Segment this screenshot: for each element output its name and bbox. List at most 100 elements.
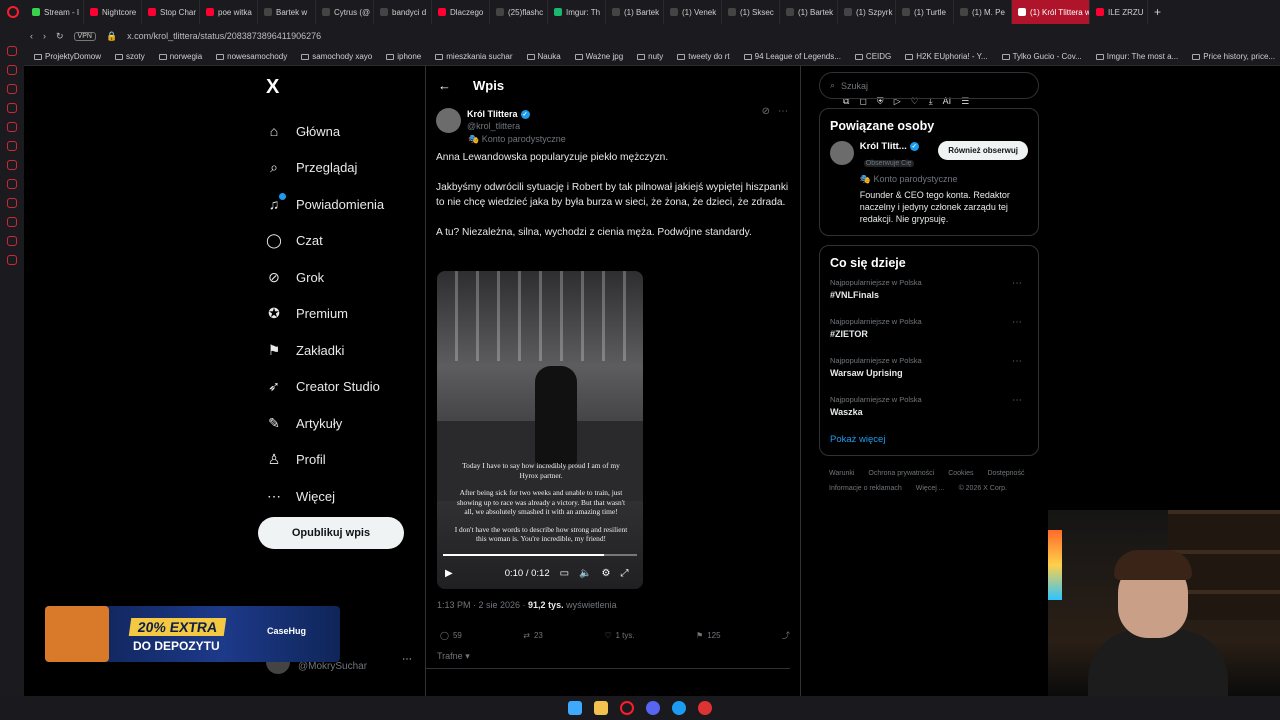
footer-link[interactable]: Cookies [948, 466, 973, 481]
url-field[interactable]: x.com/krol_tlittera/status/2083873896411… [127, 31, 321, 41]
browser-tab[interactable]: (1) Szpyrk [838, 0, 896, 24]
video-player[interactable]: Today I have to say how incredibly proud… [437, 271, 643, 589]
more-icon[interactable]: ⋯ [778, 106, 788, 117]
browser-tab[interactable]: Imgur: Th [548, 0, 606, 24]
opera-logo-icon[interactable] [0, 6, 26, 18]
browser-tab[interactable]: (1) Król Tlittera w [1012, 0, 1090, 24]
vpn-badge[interactable]: VPN [73, 31, 96, 41]
browser-tab[interactable]: Dlaczego [432, 0, 490, 24]
browser-tab[interactable]: Stop Char [142, 0, 200, 24]
nav-item-artyku-y[interactable]: ✎ Artykuły [258, 405, 418, 442]
sidebar-app-icon[interactable] [7, 141, 17, 151]
bookmark-item[interactable]: H2K EUphoria! - Y... [905, 52, 988, 61]
browser-tab[interactable]: Cytrus (@ [316, 0, 374, 24]
trend-item[interactable]: Najpopularniejsze w Polska Waszka ⋯ [830, 395, 1028, 434]
windows-start-icon[interactable] [568, 701, 582, 715]
trend-item[interactable]: Najpopularniejsze w Polska Warsaw Uprisin… [830, 356, 1028, 395]
new-tab-button[interactable]: + [1148, 5, 1167, 19]
browser-tab[interactable]: Bartek w [258, 0, 316, 24]
captions-icon[interactable]: ▭ [560, 568, 569, 579]
bookmark-item[interactable]: 94 League of Legends... [743, 52, 841, 61]
bookmark-item[interactable]: iphone [386, 52, 421, 61]
browser-tab[interactable]: (1) Sksec [722, 0, 780, 24]
avatar[interactable] [830, 141, 854, 165]
back-arrow-icon[interactable]: ← [438, 78, 451, 93]
footer-link[interactable]: Ochrona prywatności [868, 466, 934, 481]
bookmark-item[interactable]: nowesamochody [216, 52, 287, 61]
messenger-icon[interactable] [672, 701, 686, 715]
more-icon[interactable]: ⋯ [1012, 278, 1022, 289]
share-icon[interactable]: ⤴ [782, 630, 790, 641]
back-icon[interactable]: ‹ [30, 31, 33, 41]
post-button[interactable]: Opublikuj wpis [258, 517, 404, 549]
bookmark-item[interactable]: CEIDG [854, 52, 891, 61]
footer-link[interactable]: Więcej ... [916, 481, 945, 496]
sidebar-app-icon[interactable] [7, 103, 17, 113]
browser-tab[interactable]: (1) Bartek [780, 0, 838, 24]
avatar[interactable] [436, 108, 461, 133]
discord-icon[interactable] [646, 701, 660, 715]
reply-sort-dropdown[interactable]: Trafne ▾ [437, 651, 470, 662]
bookmark-item[interactable]: ProjektyDomow [34, 52, 101, 61]
sidebar-app-icon[interactable] [7, 84, 17, 94]
footer-link[interactable]: Informacje o reklamach [829, 481, 902, 496]
bookmark-item[interactable]: Tylko Gucio - Cov... [1001, 52, 1082, 61]
footer-link[interactable]: Dostępność [987, 466, 1024, 481]
forward-icon[interactable]: › [43, 31, 46, 41]
nav-item-creator-studio[interactable]: ➶ Creator Studio [258, 369, 418, 406]
bookmark-item[interactable]: mieszkania suchar [435, 52, 513, 61]
bookmark-item[interactable]: Imgur: The most a... [1095, 52, 1178, 61]
more-icon[interactable]: ⋯ [402, 654, 412, 665]
sidebar-app-icon[interactable] [7, 65, 17, 75]
nav-item-zak-adki[interactable]: ⚑ Zakładki [258, 332, 418, 369]
show-more-link[interactable]: Pokaż więcej [830, 434, 1028, 445]
sidebar-app-icon[interactable] [7, 198, 17, 208]
opera-icon[interactable] [620, 701, 634, 715]
bookmark-item[interactable]: Nauka [526, 52, 561, 61]
bookmark-item[interactable]: szoty [115, 52, 145, 61]
x-logo-icon[interactable]: X [266, 76, 418, 99]
sidebar-app-icon[interactable] [7, 236, 17, 246]
more-icon[interactable]: ⋯ [1012, 395, 1022, 406]
more-icon[interactable]: ⋯ [1012, 356, 1022, 367]
sidebar-app-icon[interactable] [7, 255, 17, 265]
nav-item-czat[interactable]: ◯ Czat [258, 223, 418, 260]
browser-tab[interactable]: ILE ZRZU [1090, 0, 1148, 24]
browser-tab[interactable]: bandyci d [374, 0, 432, 24]
nav-item-przegl-daj[interactable]: ⌕ Przeglądaj [258, 150, 418, 187]
bookmark-button[interactable]: ⚑ 125 [696, 630, 721, 641]
nav-item-premium[interactable]: ✪ Premium [258, 296, 418, 333]
bookmark-item[interactable]: tweety do rt [677, 52, 730, 61]
nav-item-powiadomienia[interactable]: ♫ Powiadomienia [258, 186, 418, 223]
follow-back-button[interactable]: Również obserwuj [938, 141, 1028, 160]
repost-button[interactable]: ⇄ 23 [523, 630, 543, 641]
reply-button[interactable]: ◯ 59 [440, 630, 462, 641]
browser-tab[interactable]: poe witka [200, 0, 258, 24]
bookmark-item[interactable]: Price history, price... [1192, 52, 1275, 61]
grok-icon[interactable]: ⊘ [762, 106, 770, 117]
sidebar-app-icon[interactable] [7, 179, 17, 189]
fullscreen-icon[interactable]: ⤢ [620, 568, 628, 579]
bookmark-item[interactable]: samochody xayo [301, 52, 372, 61]
video-progress-bar[interactable] [443, 554, 637, 556]
reload-icon[interactable]: ↻ [56, 31, 64, 42]
browser-tab[interactable]: Nightcore [84, 0, 142, 24]
browser-tab[interactable]: (1) Venek [664, 0, 722, 24]
nav-item-g-wna[interactable]: ⌂ Główna [258, 113, 418, 150]
bookmark-item[interactable]: nuty [637, 52, 663, 61]
author-handle[interactable]: @krol_tlittera [467, 121, 530, 131]
footer-link[interactable]: © 2026 X Corp. [959, 481, 1007, 496]
browser-tab[interactable]: (25)flashc [490, 0, 548, 24]
related-name[interactable]: Król Tlitt... [860, 141, 907, 152]
browser-tab[interactable]: (1) Turtle [896, 0, 954, 24]
file-explorer-icon[interactable] [594, 701, 608, 715]
play-icon[interactable]: ▶ [445, 568, 453, 579]
footer-link[interactable]: Warunki [829, 466, 854, 481]
author-name[interactable]: Król Tlittera [467, 109, 518, 119]
trend-item[interactable]: Najpopularniejsze w Polska #ZIETOR ⋯ [830, 317, 1028, 356]
casehug-ad-banner[interactable]: 20% EXTRA DO DEPOZYTU CaseHug [45, 606, 340, 662]
more-icon[interactable]: ⋯ [1012, 317, 1022, 328]
nav-item-grok[interactable]: ⊘ Grok [258, 259, 418, 296]
browser-tab[interactable]: (1) M. Pe [954, 0, 1012, 24]
like-button[interactable]: ♡ 1 tys. [604, 630, 634, 641]
